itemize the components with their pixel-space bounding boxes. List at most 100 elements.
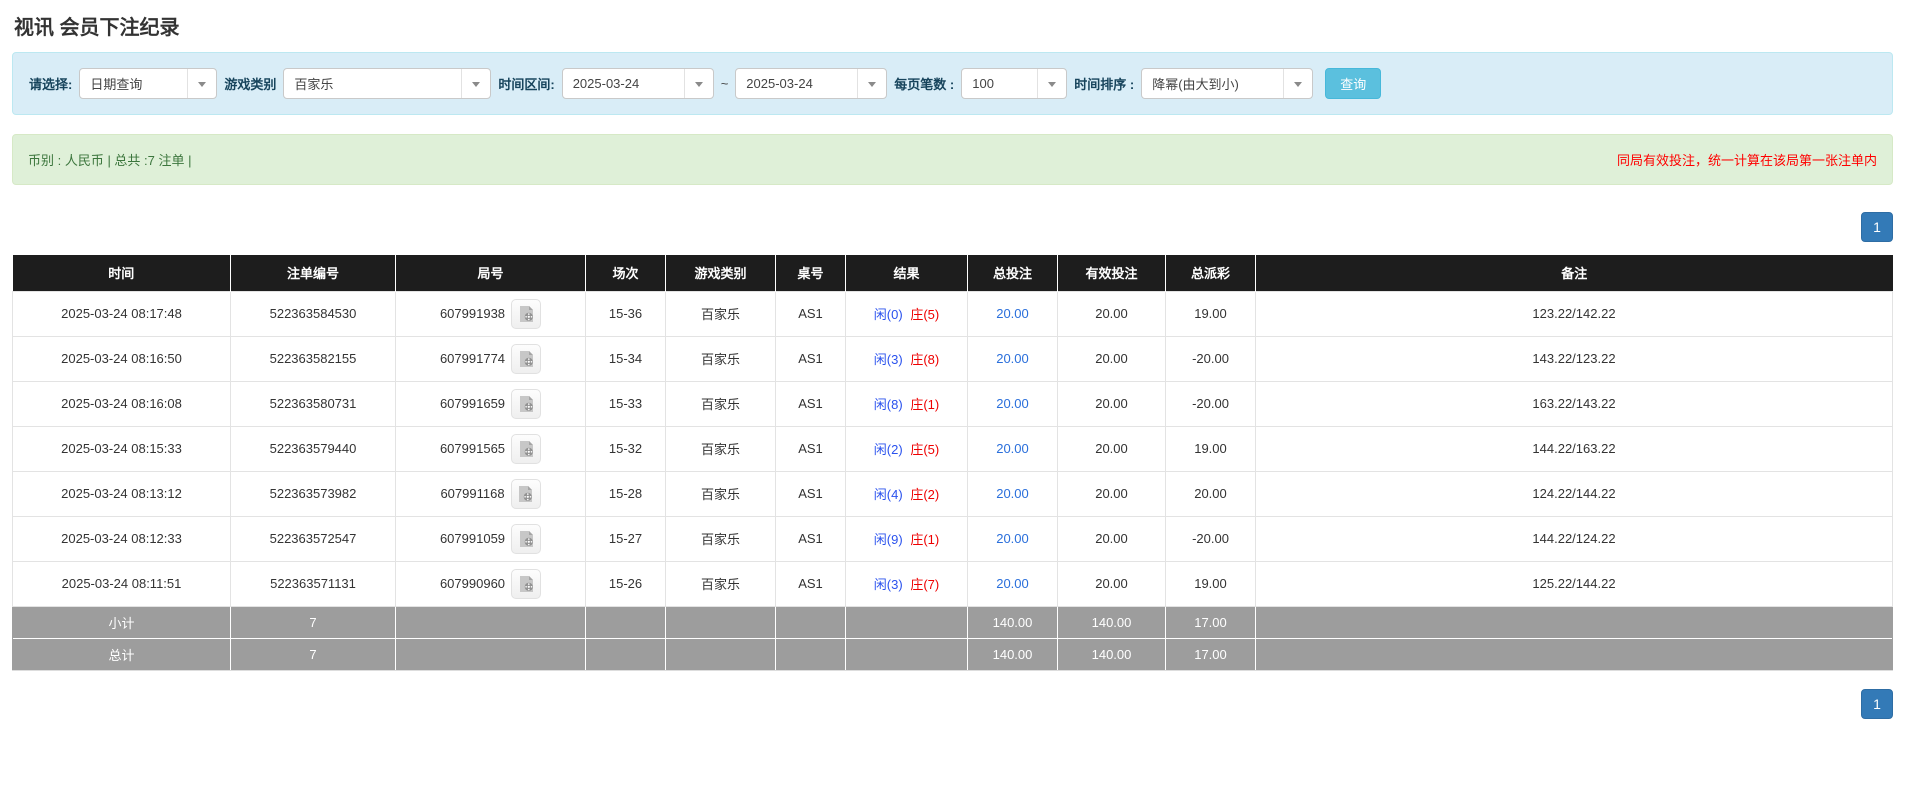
cell-result: 闲(4) 庄(2) [845,470,968,517]
result-player: 闲(4) [873,487,903,502]
query-type-select[interactable]: 日期查询 [79,68,218,99]
chevron-down-icon[interactable] [857,69,886,98]
video-replay-button[interactable] [511,298,542,329]
cell-table: AS1 [775,425,846,472]
cell-session: 15-28 [585,470,666,517]
footer-empty-cell [665,605,776,638]
date-range-separator: ~ [720,76,729,91]
cell-time: 2025-03-24 08:12:33 [12,515,231,562]
cell-bet-id: 522363582155 [230,335,396,382]
video-replay-button[interactable] [511,433,542,464]
grand-total-payout: 17.00 [1165,637,1256,671]
cell-bet-id: 522363571131 [230,560,396,607]
video-file-icon [519,305,533,322]
col-header-total-bet: 总投注 [967,255,1058,291]
table-row: 2025-03-24 08:13:12 522363573982 6079911… [12,470,1893,517]
page-title: 视讯 会员下注纪录 [14,17,180,39]
table-row: 2025-03-24 08:12:33 522363572547 6079910… [12,515,1893,562]
footer-empty-cell [585,637,666,671]
cell-payout: -20.00 [1165,335,1256,382]
video-replay-button[interactable] [511,343,542,374]
cell-remark: 163.22/143.22 [1255,380,1893,427]
cell-valid-bet: 20.00 [1057,380,1166,427]
footer-empty-cell [1255,605,1893,638]
round-id-value: 607991565 [439,441,506,456]
cell-time: 2025-03-24 08:16:08 [12,380,231,427]
video-file-icon [519,350,533,367]
col-header-valid-bet: 有效投注 [1057,255,1166,291]
cell-total-bet: 20.00 [967,470,1058,517]
video-replay-button[interactable] [511,388,542,419]
chevron-down-icon[interactable] [1283,69,1312,98]
table-row: 2025-03-24 08:15:33 522363579440 6079915… [12,425,1893,472]
cell-bet-id: 522363579440 [230,425,396,472]
table-row: 2025-03-24 08:17:48 522363584530 6079919… [12,290,1893,337]
total-bet-link[interactable]: 20.00 [996,531,1029,546]
video-file-icon [519,485,533,502]
table-row: 2025-03-24 08:16:50 522363582155 6079917… [12,335,1893,382]
cell-payout: -20.00 [1165,515,1256,562]
cell-game-type: 百家乐 [665,290,776,337]
cell-remark: 123.22/142.22 [1255,290,1893,337]
cell-round-id: 607991659 [395,380,586,427]
total-bet-link[interactable]: 20.00 [996,306,1029,321]
pagination-page-1[interactable]: 1 [1861,688,1893,719]
sort-order-label: 时间排序 : [1074,77,1135,92]
total-bet-link[interactable]: 20.00 [996,486,1029,501]
footer-empty-cell [845,637,968,671]
table-header-row: 时间 注单编号 局号 场次 游戏类别 桌号 结果 总投注 有效投注 总派彩 备注 [12,255,1893,291]
cell-session: 15-32 [585,425,666,472]
cell-remark: 124.22/144.22 [1255,470,1893,517]
video-file-icon [519,530,533,547]
filter-panel: 请选择: 日期查询 游戏类别 百家乐 时间区间: 2025-03-24 ~ 20… [12,52,1893,115]
video-file-icon [519,440,533,457]
cell-session: 15-26 [585,560,666,607]
footer-empty-cell [665,637,776,671]
cell-game-type: 百家乐 [665,425,776,472]
total-bet-link[interactable]: 20.00 [996,576,1029,591]
cell-time: 2025-03-24 08:16:50 [12,335,231,382]
date-from-select[interactable]: 2025-03-24 [561,68,714,99]
total-bet-link[interactable]: 20.00 [996,396,1029,411]
cell-result: 闲(3) 庄(8) [845,335,968,382]
video-replay-button[interactable] [511,523,542,554]
pagination-page-1[interactable]: 1 [1861,212,1893,242]
cell-session: 15-34 [585,335,666,382]
cell-round-id: 607991565 [395,425,586,472]
pagination-top: 1 [12,212,1893,242]
cell-payout: 20.00 [1165,470,1256,517]
chevron-down-icon[interactable] [187,69,216,98]
footer-empty-cell [1255,637,1893,671]
cell-result: 闲(9) 庄(1) [845,515,968,562]
col-header-bet-id: 注单编号 [230,255,396,291]
sort-order-value: 降幂(由大到小) [1152,77,1239,92]
cell-payout: 19.00 [1165,425,1256,472]
cell-session: 15-27 [585,515,666,562]
cell-valid-bet: 20.00 [1057,560,1166,607]
total-bet-link[interactable]: 20.00 [996,441,1029,456]
col-header-remark: 备注 [1255,255,1893,291]
cell-table: AS1 [775,560,846,607]
date-to-select[interactable]: 2025-03-24 [735,68,888,99]
video-replay-button[interactable] [510,478,541,509]
col-header-time: 时间 [12,255,231,291]
round-id-value: 607991659 [439,396,506,411]
game-type-label: 游戏类别 [224,77,277,92]
cell-table: AS1 [775,515,846,562]
game-type-select[interactable]: 百家乐 [283,68,492,99]
cell-result: 闲(0) 庄(5) [845,290,968,337]
video-replay-button[interactable] [511,568,542,599]
sort-order-select[interactable]: 降幂(由大到小) [1141,68,1314,99]
chevron-down-icon[interactable] [1037,69,1066,98]
chevron-down-icon[interactable] [461,69,490,98]
page-size-select[interactable]: 100 [961,68,1068,99]
cell-time: 2025-03-24 08:11:51 [12,560,231,607]
search-button[interactable]: 查询 [1325,68,1382,99]
chevron-down-icon[interactable] [683,69,713,98]
cell-remark: 125.22/144.22 [1255,560,1893,607]
cell-result: 闲(3) 庄(7) [845,560,968,607]
grand-total-row: 总计 7 140.00 140.00 17.00 [12,637,1893,671]
total-bet-link[interactable]: 20.00 [996,351,1029,366]
cell-game-type: 百家乐 [665,380,776,427]
cell-total-bet: 20.00 [967,335,1058,382]
